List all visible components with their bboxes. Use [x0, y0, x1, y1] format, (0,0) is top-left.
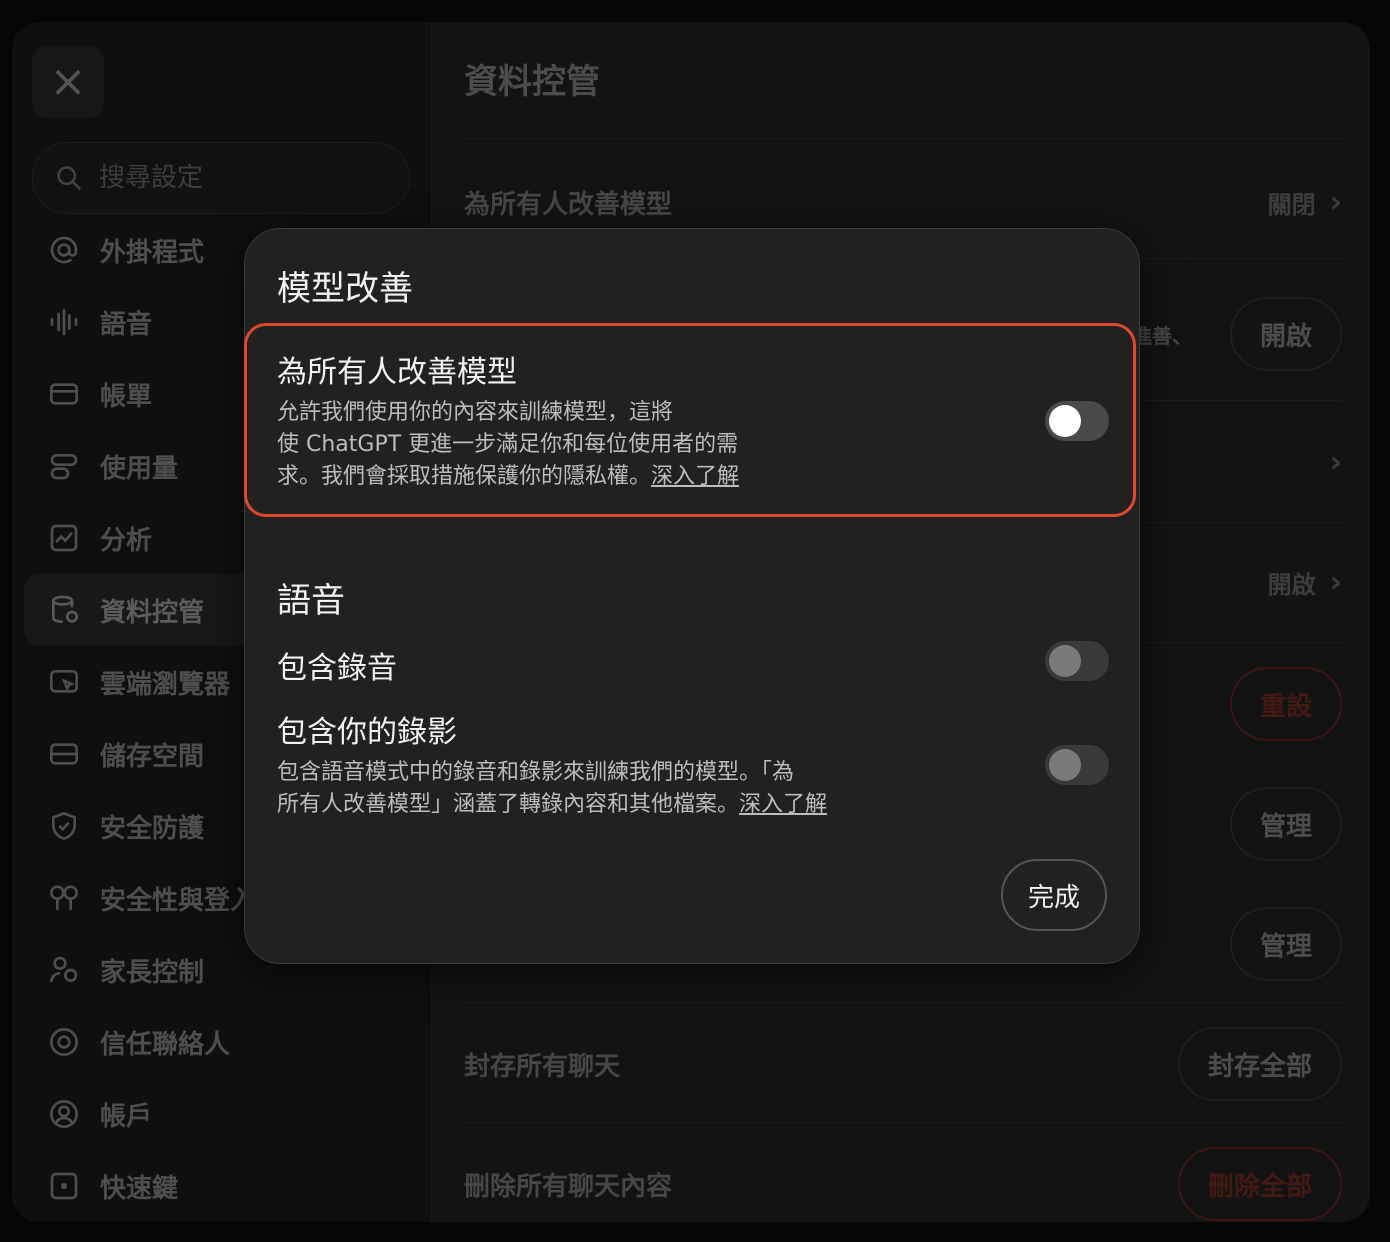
include-audio-title: 包含錄音	[277, 651, 397, 686]
toggle-knob	[1049, 645, 1081, 677]
learn-more-link[interactable]: 深入了解	[739, 792, 827, 817]
include-video-description: 包含語音模式中的錄音和錄影來訓練我們的模型。「為 所有人改善模型」涵蓋了轉錄內容…	[277, 757, 827, 821]
description-line: 包含語音模式中的錄音和錄影來訓練我們的模型。「為	[277, 760, 795, 785]
improve-model-toggle[interactable]	[1045, 401, 1109, 441]
dialog-title: 模型改善	[277, 269, 413, 309]
description-line: 允許我們使用你的內容來訓練模型，這將	[277, 400, 674, 425]
include-audio-toggle[interactable]	[1045, 641, 1109, 681]
include-video-title: 包含你的錄影	[277, 715, 457, 750]
description-line: 求。我們會採取措施保護你的隱私權。深入了解	[277, 464, 740, 489]
voice-section-title: 語音	[277, 581, 345, 621]
description-line: 所有人改善模型」涵蓋了轉錄內容和其他檔案。深入了解	[277, 792, 828, 817]
include-video-toggle[interactable]	[1045, 745, 1109, 785]
toggle-knob	[1049, 749, 1081, 781]
model-improvement-dialog: 模型改善 為所有人改善模型 允許我們使用你的內容來訓練模型，這將 使 ChatG…	[244, 228, 1140, 964]
improve-model-title: 為所有人改善模型	[277, 355, 517, 390]
description-line: 使 ChatGPT 更進一步滿足你和每位使用者的需	[277, 432, 739, 457]
done-button[interactable]: 完成	[1001, 859, 1107, 931]
improve-model-description: 允許我們使用你的內容來訓練模型，這將 使 ChatGPT 更進一步滿足你和每位使…	[277, 397, 739, 493]
learn-more-link[interactable]: 深入了解	[651, 464, 739, 489]
toggle-knob	[1049, 405, 1081, 437]
